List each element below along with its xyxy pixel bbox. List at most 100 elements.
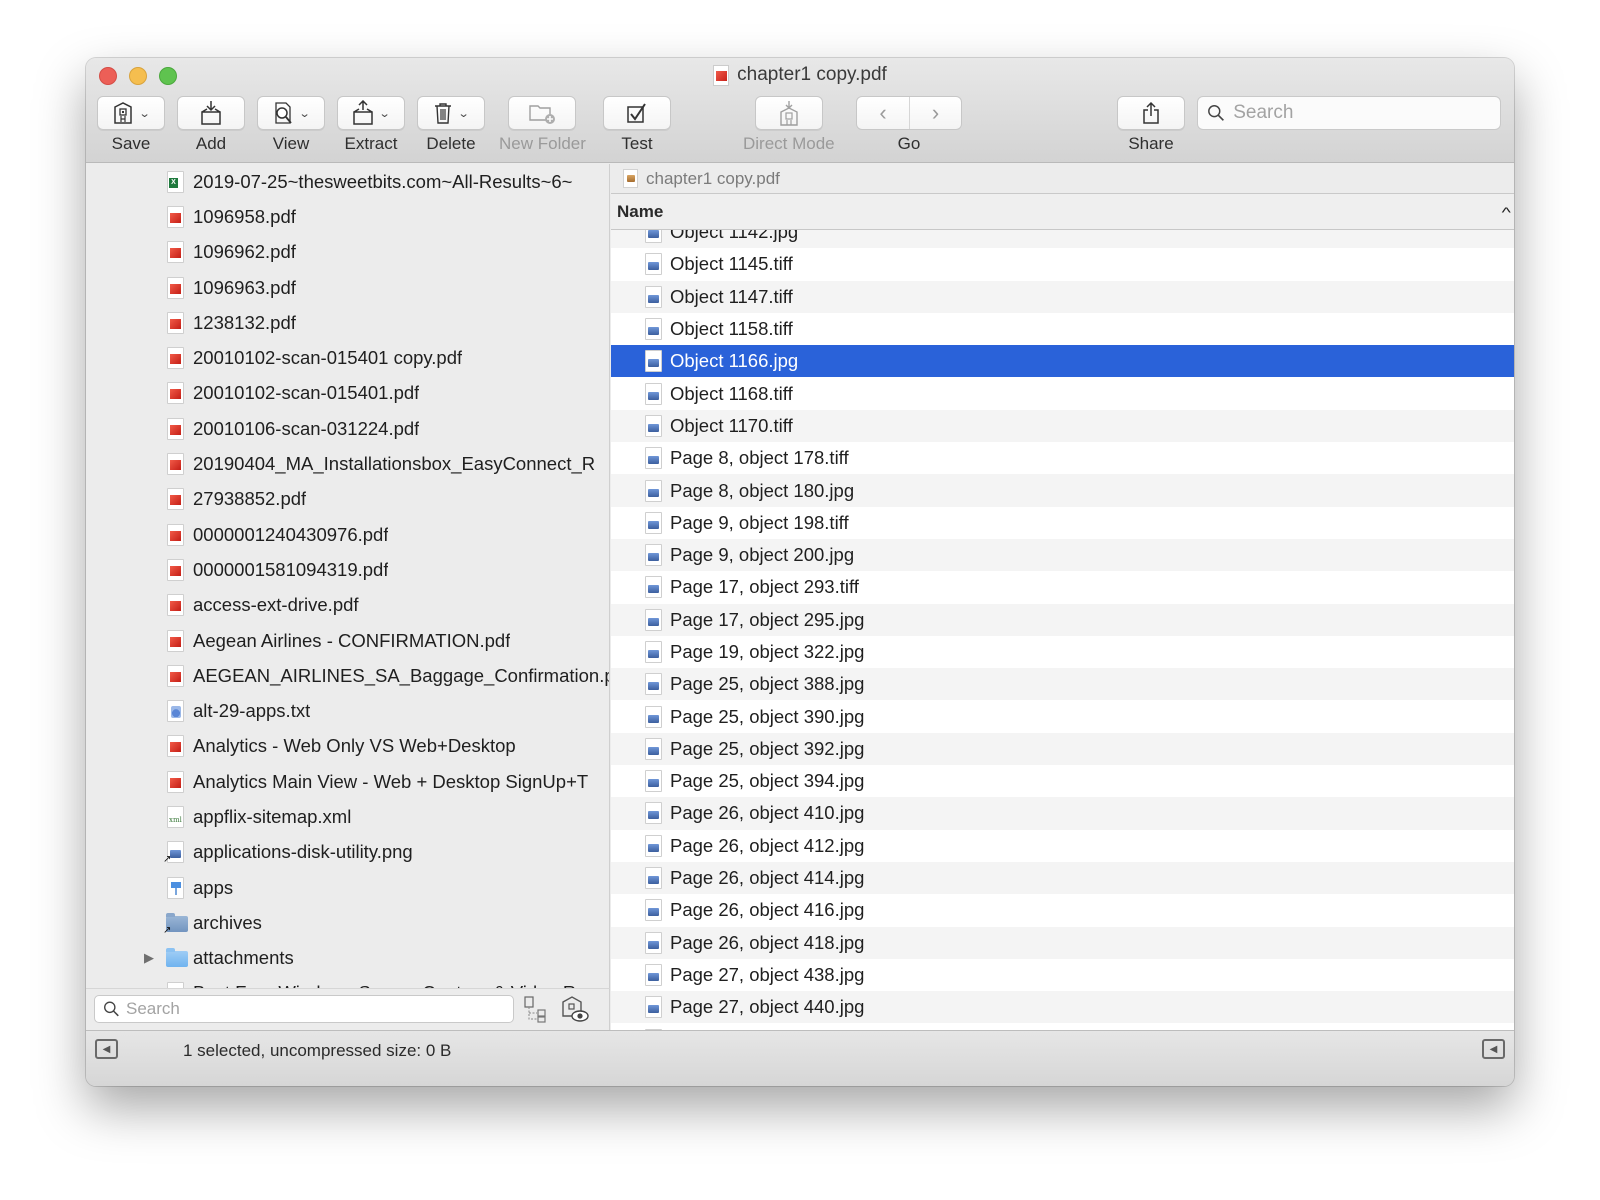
sidebar-file-item[interactable]: Aegean Airlines - CONFIRMATION.pdf [86, 623, 609, 658]
archive-item-name: Object 1145.tiff [670, 253, 793, 275]
sidebar-file-item[interactable]: 0000001581094319.pdf [86, 552, 609, 587]
archive-list-row[interactable]: Object 1145.tiff [611, 248, 1514, 281]
archive-list-row[interactable]: Page 25, object 390.jpg [611, 700, 1514, 733]
archive-list-row[interactable]: Page 25, object 394.jpg [611, 765, 1514, 798]
back-button[interactable]: ‹ [857, 97, 909, 129]
test-tool: Test [603, 96, 671, 154]
new-folder-icon [529, 105, 556, 124]
sidebar-file-item[interactable]: 20010102-scan-015401.pdf [86, 376, 609, 411]
archive-item-name: Page 27, object 438.jpg [670, 963, 865, 985]
add-button[interactable] [177, 96, 245, 130]
preview-archive-button[interactable] [560, 994, 590, 1024]
hierarchy-view-button[interactable] [520, 994, 550, 1024]
save-button[interactable]: ⌄ [97, 96, 165, 130]
sidebar-file-item[interactable]: 1238132.pdf [86, 305, 609, 340]
archive-item-name: Page 26, object 410.jpg [670, 802, 865, 824]
image-file-icon [644, 995, 664, 1019]
sidebar-file-name: 2019-07-25~thesweetbits.com~All-Results~… [193, 170, 573, 192]
delete-button[interactable]: ⌄ [417, 96, 485, 130]
archive-list-row[interactable]: Page 26, object 410.jpg [611, 797, 1514, 830]
window-title-text: chapter1 copy.pdf [737, 64, 887, 85]
direct-mode-icon [780, 101, 798, 126]
direct-mode-button[interactable] [754, 96, 823, 130]
sidebar-search-input[interactable] [125, 999, 513, 1019]
archive-list-row[interactable]: Page 26, object 414.jpg [611, 861, 1514, 895]
delete-tool: ⌄ Delete [417, 96, 485, 154]
archive-list-row[interactable]: Object 1168.tiff [611, 377, 1514, 410]
share-tool: Share [1117, 96, 1185, 154]
pdf-file-icon [166, 381, 186, 405]
archive-item-name: Object 1168.tiff [670, 382, 793, 404]
sidebar-file-item[interactable]: xml appflix-sitemap.xml [86, 799, 609, 834]
archive-item-name: Page 9, object 198.tiff [670, 511, 849, 533]
archive-list-row-selected[interactable]: Object 1166.jpg [611, 345, 1514, 378]
pdf-file-icon [166, 311, 186, 335]
image-file-icon [644, 640, 664, 664]
new-folder-button[interactable] [508, 96, 577, 130]
add-tool: Add [177, 96, 245, 154]
archive-list-row[interactable]: Page 26, object 416.jpg [611, 894, 1514, 927]
archive-item-name: Page 25, object 394.jpg [670, 770, 865, 792]
disclosure-triangle-icon[interactable]: ▶ [144, 950, 154, 966]
sidebar-file-item[interactable]: ↗ archives [86, 905, 609, 940]
archive-list-row[interactable]: Page 26, object 418.jpg [611, 926, 1514, 959]
toggle-left-panel-button[interactable]: ◀ [95, 1039, 118, 1059]
sidebar-file-item[interactable]: ↗ applications-disk-utility.png [86, 835, 609, 870]
chevron-left-icon: ‹ [879, 100, 887, 125]
archive-list-row[interactable]: Page 8, object 180.jpg [611, 474, 1514, 507]
sidebar-file-item[interactable]: 1096963.pdf [86, 270, 609, 305]
column-header-label: Name [617, 201, 664, 221]
archive-list-row[interactable]: Object 1158.tiff [611, 312, 1514, 346]
sidebar-file-name: 1096962.pdf [193, 241, 296, 263]
name-column-header[interactable]: Name ^ [611, 194, 1514, 230]
archive-list-row[interactable]: Page 25, object 392.jpg [611, 732, 1514, 766]
image-file-icon [644, 769, 664, 793]
share-button[interactable] [1117, 96, 1185, 130]
archive-list-row[interactable]: Page 26, object 412.jpg [611, 829, 1514, 862]
archive-list-row[interactable]: Page 9, object 198.tiff [611, 506, 1514, 539]
go-label: Go [897, 134, 921, 153]
sidebar-file-item[interactable]: X 2019-07-25~thesweetbits.com~All-Results… [86, 164, 609, 199]
sidebar-file-item[interactable]: 1096958.pdf [86, 199, 609, 234]
toolbar-search-input[interactable] [1233, 102, 1500, 124]
sidebar-file-item[interactable]: alt-29-apps.txt [86, 693, 609, 728]
sidebar-file-item[interactable]: 0000001240430976.pdf [86, 517, 609, 552]
sidebar-file-name: 1096958.pdf [193, 205, 296, 227]
extract-button[interactable]: ⌄ [337, 96, 405, 130]
archive-list-row[interactable]: Page 25, object 388.jpg [611, 668, 1514, 701]
archive-list-row[interactable]: Page 27, object 440.jpg [611, 991, 1514, 1024]
sidebar-file-item[interactable]: 20190404_MA_Installationsbox_EasyConnect… [86, 446, 609, 481]
forward-button[interactable]: › [909, 97, 961, 129]
sidebar-file-item[interactable]: AEGEAN_AIRLINES_SA_Baggage_Confirmation.… [86, 658, 609, 693]
test-label: Test [621, 134, 653, 153]
sidebar-file-item[interactable]: ▶ attachments [86, 941, 609, 976]
archive-list-row[interactable]: Page 17, object 295.jpg [611, 603, 1514, 636]
sidebar-file-item[interactable]: 20010106-scan-031224.pdf [86, 411, 609, 446]
archive-list-row[interactable]: Object 1142.jpg [611, 230, 1514, 249]
test-button[interactable] [603, 96, 671, 130]
sidebar-file-item[interactable]: 1096962.pdf [86, 235, 609, 270]
sidebar-file-item[interactable]: apps [86, 870, 609, 905]
toggle-right-panel-button[interactable]: ◀ [1482, 1039, 1505, 1059]
archive-list-row[interactable]: Page 27, object 438.jpg [611, 958, 1514, 992]
image-file-icon [644, 349, 664, 373]
archive-list-row[interactable]: Page 17, object 293.tiff [611, 571, 1514, 604]
archive-item-name: Page 8, object 180.jpg [670, 479, 855, 501]
archive-list-row[interactable]: Page 19, object 322.jpg [611, 635, 1514, 669]
archive-window: chapter1 copy.pdf ⌄ Save Add ⌄ View ⌄ Ex… [86, 58, 1514, 1086]
path-bar-item[interactable]: chapter1 copy.pdf [646, 169, 780, 189]
image-file-icon [644, 446, 664, 470]
archive-list-row[interactable]: Object 1147.tiff [611, 280, 1514, 313]
archive-list-row[interactable]: Page 27, object 444.jpg [611, 1023, 1514, 1030]
sidebar-file-item[interactable]: 20010102-scan-015401 copy.pdf [86, 340, 609, 375]
sidebar-file-item[interactable]: 27938852.pdf [86, 482, 609, 517]
trash-icon [435, 103, 452, 124]
sidebar-file-item[interactable]: access-ext-drive.pdf [86, 588, 609, 623]
archive-list-row[interactable]: Object 1170.tiff [611, 409, 1514, 443]
view-button[interactable]: ⌄ [257, 96, 325, 130]
archive-list-row[interactable]: Page 9, object 200.jpg [611, 538, 1514, 572]
sidebar-file-item[interactable]: Analytics - Web Only VS Web+Desktop [86, 729, 609, 764]
share-icon [1143, 101, 1159, 124]
archive-list-row[interactable]: Page 8, object 178.tiff [611, 442, 1514, 475]
sidebar-file-item[interactable]: Analytics Main View - Web + Desktop Sign… [86, 764, 609, 799]
